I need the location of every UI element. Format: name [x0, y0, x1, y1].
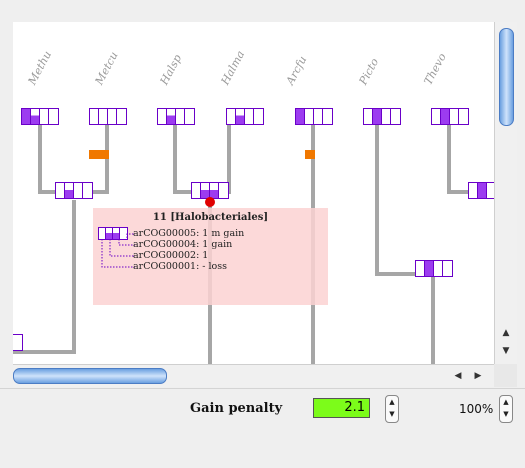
taxon-label: Halsp: [157, 52, 185, 87]
scroll-down-icon[interactable]: ▼: [499, 344, 513, 358]
tree-branch: [447, 124, 451, 192]
gain-penalty-label: Gain penalty: [190, 401, 283, 416]
gain-penalty-input[interactable]: 2.1: [313, 398, 370, 418]
profile-box[interactable]: [55, 182, 93, 199]
tooltip-connector-lines: [101, 233, 135, 268]
tree-branch: [72, 200, 76, 352]
chevron-down-icon[interactable]: ▼: [386, 408, 398, 420]
taxon-label: Halma: [218, 48, 248, 87]
profile-box[interactable]: [21, 108, 59, 125]
scroll-up-icon[interactable]: ▲: [499, 326, 513, 340]
bottom-toolbar: Gain penalty 2.1 ▲ ▼ 100% ▲ ▼: [0, 388, 525, 431]
profile-box[interactable]: [431, 108, 469, 125]
tree-branch: [431, 272, 435, 364]
zoom-stepper[interactable]: ▲ ▼: [499, 395, 513, 423]
gain-penalty-stepper[interactable]: ▲ ▼: [385, 395, 399, 423]
tree-canvas[interactable]: Methu Metcu Halsp Halma Arcfu Picto Thev…: [13, 22, 494, 364]
profile-box[interactable]: [363, 108, 401, 125]
taxon-label: Arcfu: [283, 53, 310, 87]
gain-marker: [89, 150, 109, 159]
tooltip-line: arCOG00005: 1 m gain: [133, 228, 245, 239]
profile-box[interactable]: [226, 108, 264, 125]
profile-box[interactable]: [415, 260, 453, 277]
highlight-node-dot[interactable]: [205, 197, 215, 207]
horizontal-scrollbar[interactable]: ◀ ▶: [13, 364, 494, 387]
vertical-scrollbar[interactable]: ▲ ▼: [494, 22, 517, 364]
horizontal-scroll-thumb[interactable]: [13, 368, 167, 384]
tooltip-line: arCOG00002: 1: [133, 250, 209, 261]
chevron-up-icon[interactable]: ▲: [386, 396, 398, 408]
tooltip-line: arCOG00001: - loss: [133, 261, 228, 272]
zoom-level: 100%: [459, 402, 494, 416]
chevron-down-icon[interactable]: ▼: [500, 408, 512, 420]
scrollbar-corner: [494, 364, 517, 387]
node-tooltip: 11 [Halobacteriales] arCOG00005: 1 m gai…: [93, 208, 328, 305]
taxon-label: Thevo: [421, 51, 449, 87]
taxon-label: Picto: [356, 56, 382, 87]
scroll-left-icon[interactable]: ◀: [451, 369, 465, 383]
taxon-label: Methu: [25, 48, 55, 87]
profile-box[interactable]: [468, 182, 494, 199]
profile-box[interactable]: [157, 108, 195, 125]
vertical-scroll-thumb[interactable]: [499, 28, 514, 126]
tree-branch: [38, 124, 42, 192]
tree-branch: [375, 124, 379, 274]
tooltip-line: arCOG00004: 1 gain: [133, 239, 233, 250]
scroll-right-icon[interactable]: ▶: [471, 369, 485, 383]
profile-box[interactable]: [89, 108, 127, 125]
gain-marker: [305, 150, 315, 159]
taxon-label: Metcu: [92, 49, 121, 87]
profile-box[interactable]: [295, 108, 333, 125]
chevron-up-icon[interactable]: ▲: [500, 396, 512, 408]
profile-box[interactable]: [13, 334, 23, 351]
tree-branch: [173, 124, 177, 192]
